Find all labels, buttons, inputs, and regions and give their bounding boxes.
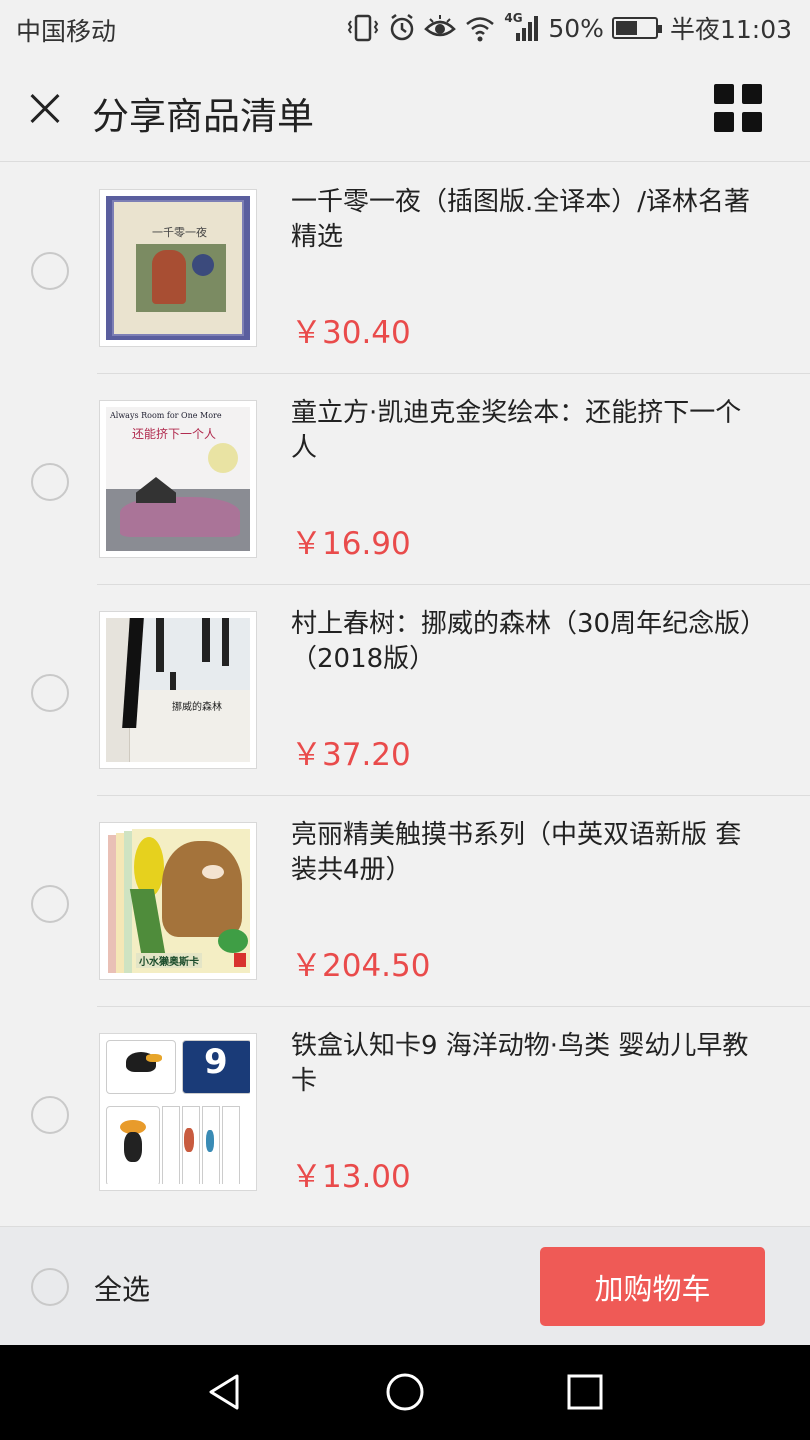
product-list: 一千零一夜 一千零一夜（插图版.全译本）/译林名著精选 ￥30.40 Alway… xyxy=(0,163,810,1218)
select-radio[interactable] xyxy=(31,252,69,290)
add-to-cart-button[interactable]: 加购物车 xyxy=(540,1247,765,1326)
product-item: 一千零一夜 一千零一夜（插图版.全译本）/译林名著精选 ￥30.40 xyxy=(31,163,810,374)
page-title: 分享商品清单 xyxy=(92,95,314,138)
select-radio[interactable] xyxy=(31,885,69,923)
status-icons: 4G 50% 半夜11:03 xyxy=(346,10,792,46)
select-all-radio[interactable] xyxy=(31,1268,69,1306)
alarm-icon xyxy=(391,14,414,41)
select-radio[interactable] xyxy=(31,463,69,501)
select-all-label[interactable]: 全选 xyxy=(94,1268,150,1308)
battery-percent: 50% xyxy=(548,13,604,43)
system-nav-bar xyxy=(0,1345,810,1440)
cover-title: 小水獭奥斯卡 xyxy=(136,953,202,968)
select-radio[interactable] xyxy=(31,1096,69,1134)
book-cover-image: Always Room for One More 还能挤下一个人 xyxy=(106,407,250,551)
cover-title-en: Always Room for One More xyxy=(110,411,222,420)
product-item: 挪威的森林 村上春树：挪威的森林（30周年纪念版）（2018版） ￥37.20 xyxy=(31,585,810,796)
product-price: ￥30.40 xyxy=(291,315,411,351)
product-thumbnail[interactable]: 一千零一夜 xyxy=(99,189,257,347)
back-icon[interactable] xyxy=(205,1372,245,1412)
carrier-label: 中国移动 xyxy=(16,17,117,46)
card-number: 9 xyxy=(204,1042,228,1082)
vibrate-icon xyxy=(348,14,379,42)
product-thumbnail[interactable]: 9 xyxy=(99,1033,257,1191)
product-item: 9 铁盒认知卡9 海洋动物·鸟类 婴幼儿早教卡 ￥13.00 xyxy=(31,1007,810,1218)
cover-title-cn: 还能挤下一个人 xyxy=(132,427,217,441)
book-cover-image: 挪威的森林 xyxy=(106,618,250,762)
product-name[interactable]: 童立方·凯迪克金奖绘本：还能挤下一个人 xyxy=(291,396,761,466)
cover-title: 一千零一夜 xyxy=(152,226,207,239)
header: 分享商品清单 xyxy=(0,58,810,162)
cover-title: 挪威的森林 xyxy=(172,702,222,713)
book-cover-image: 小水獭奥斯卡 xyxy=(106,829,250,973)
product-name[interactable]: 亮丽精美触摸书系列（中英双语新版 套装共4册） xyxy=(291,818,761,888)
signal-icon: 4G xyxy=(504,11,540,43)
product-item: 小水獭奥斯卡 亮丽精美触摸书系列（中英双语新版 套装共4册） ￥204.50 xyxy=(31,796,810,1007)
bottom-action-bar: 全选 加购物车 xyxy=(0,1226,810,1345)
close-icon[interactable] xyxy=(22,86,68,132)
product-price: ￥16.90 xyxy=(291,526,411,562)
clock: 半夜11:03 xyxy=(669,15,792,44)
battery-icon xyxy=(611,17,662,39)
book-cover-image: 9 xyxy=(106,1040,250,1184)
product-price: ￥13.00 xyxy=(291,1159,411,1195)
product-thumbnail[interactable]: 挪威的森林 xyxy=(99,611,257,769)
grid-icon[interactable] xyxy=(714,84,762,132)
status-bar: 中国移动 4G 50% 半夜11:03 xyxy=(0,0,810,58)
select-radio[interactable] xyxy=(31,674,69,712)
product-price: ￥37.20 xyxy=(291,737,411,773)
product-name[interactable]: 一千零一夜（插图版.全译本）/译林名著精选 xyxy=(291,185,761,255)
product-name[interactable]: 村上春树：挪威的森林（30周年纪念版）（2018版） xyxy=(291,607,761,677)
product-price: ￥204.50 xyxy=(291,948,431,984)
wifi-icon xyxy=(466,17,495,42)
eye-icon xyxy=(424,15,457,37)
product-thumbnail[interactable]: Always Room for One More 还能挤下一个人 xyxy=(99,400,257,558)
book-cover-image: 一千零一夜 xyxy=(106,196,250,340)
product-name[interactable]: 铁盒认知卡9 海洋动物·鸟类 婴幼儿早教卡 xyxy=(291,1029,761,1099)
product-item: Always Room for One More 还能挤下一个人 童立方·凯迪克… xyxy=(31,374,810,585)
product-thumbnail[interactable]: 小水獭奥斯卡 xyxy=(99,822,257,980)
home-icon[interactable] xyxy=(385,1372,425,1412)
recent-apps-icon[interactable] xyxy=(565,1372,605,1412)
